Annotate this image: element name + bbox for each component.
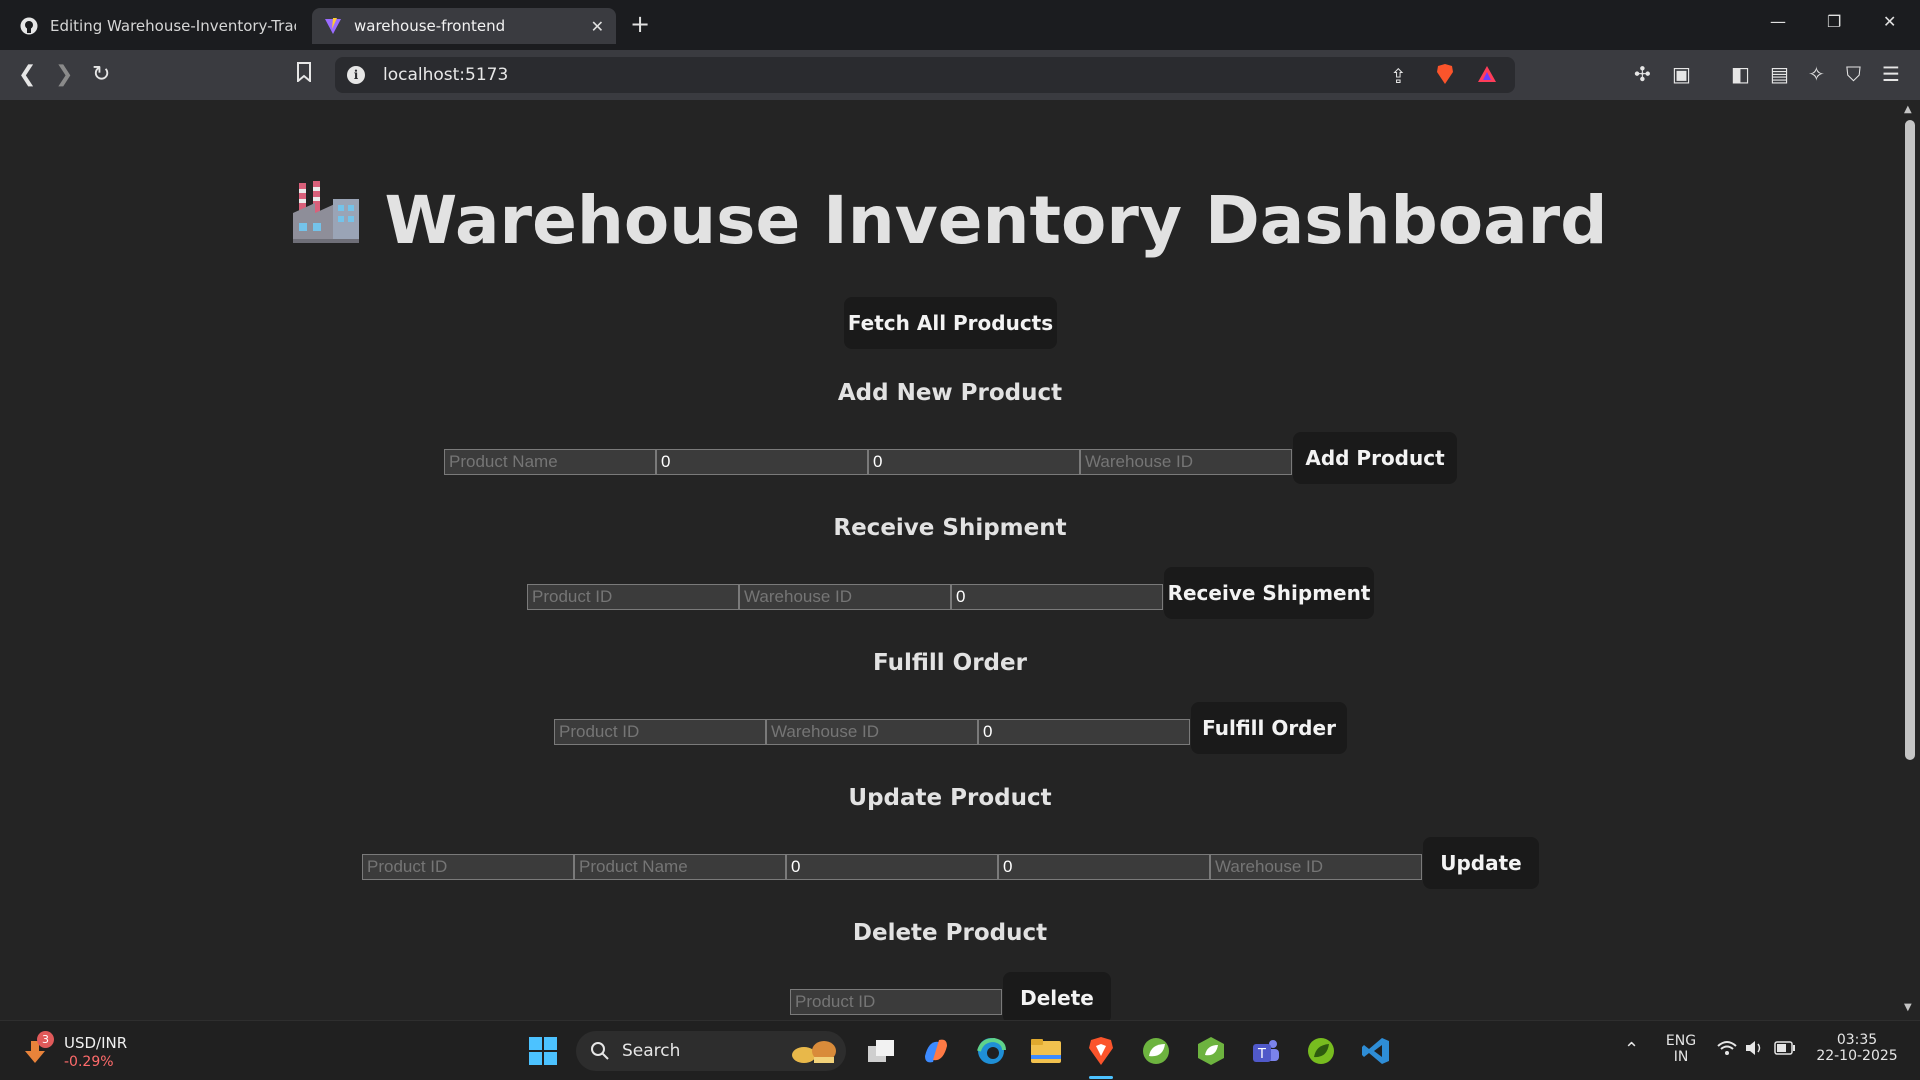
update-quantity-input[interactable] <box>786 854 998 880</box>
taskbar-search[interactable]: Search <box>576 1031 846 1071</box>
factory-icon <box>292 179 359 259</box>
update-product-heading: Update Product <box>848 785 1052 811</box>
delete-product-id-input[interactable] <box>790 989 1002 1015</box>
fulfill-quantity-input[interactable] <box>978 719 1190 745</box>
tab-warehouse-frontend[interactable]: warehouse-frontend ✕ <box>312 8 616 44</box>
browser-tab-bar: Editing Warehouse-Inventory-Tracker ware… <box>0 0 1920 50</box>
share-icon[interactable]: ⇪ <box>1390 64 1407 88</box>
sidebar-icon[interactable]: ◧ <box>1731 62 1750 86</box>
price-input[interactable] <box>868 449 1080 475</box>
new-tab-icon[interactable]: + <box>630 10 650 38</box>
receive-quantity-input[interactable] <box>951 584 1163 610</box>
language-indicator[interactable]: ENG IN <box>1663 1033 1699 1065</box>
scrollbar-thumb[interactable] <box>1905 120 1915 760</box>
wallet-icon[interactable]: ▤ <box>1770 62 1789 86</box>
brave-shields-icon[interactable] <box>1435 63 1455 90</box>
widget-title: USD/INR <box>64 1034 128 1052</box>
spring-boot-icon[interactable] <box>1194 1034 1228 1068</box>
currency-widget[interactable]: 3 USD/INR -0.29% <box>22 1031 142 1073</box>
lang-line1: ENG <box>1665 1033 1697 1049</box>
receive-shipment-button[interactable]: Receive Shipment <box>1164 567 1374 619</box>
add-product-button[interactable]: Add Product <box>1293 432 1457 484</box>
receive-warehouse-id-input[interactable] <box>739 584 951 610</box>
wifi-icon[interactable] <box>1717 1040 1737 1061</box>
github-icon <box>20 17 38 35</box>
fulfill-warehouse-id-input[interactable] <box>766 719 978 745</box>
update-product-name-input[interactable] <box>574 854 786 880</box>
fulfill-product-id-input[interactable] <box>554 719 766 745</box>
task-view-icon[interactable] <box>864 1034 898 1068</box>
clock-date: 22-10-2025 <box>1816 1048 1898 1064</box>
page-title: Warehouse Inventory Dashboard <box>384 182 1608 259</box>
scroll-up-icon[interactable]: ▲ <box>1904 104 1912 115</box>
page-title-row: Warehouse Inventory Dashboard <box>0 179 1900 265</box>
active-app-indicator <box>1089 1076 1113 1079</box>
address-bar[interactable]: i localhost:5173 ⇪ <box>335 57 1515 93</box>
spring-app-icon[interactable] <box>1304 1034 1338 1068</box>
warehouse-id-input[interactable] <box>1080 449 1292 475</box>
reader-mode-icon[interactable]: ▣ <box>1672 62 1691 86</box>
widget-change: -0.29% <box>64 1054 114 1070</box>
edge-icon[interactable] <box>974 1034 1008 1068</box>
scroll-down-icon[interactable]: ▼ <box>1904 1002 1912 1013</box>
receive-shipment-heading: Receive Shipment <box>833 515 1067 541</box>
vpn-icon[interactable]: ⛉ <box>1846 62 1861 86</box>
bookmark-icon[interactable] <box>296 62 312 88</box>
taskbar: 3 USD/INR -0.29% Search T ⌃ ENG IN 03:35… <box>0 1020 1920 1080</box>
add-product-heading: Add New Product <box>837 380 1063 406</box>
product-name-input[interactable] <box>444 449 656 475</box>
file-explorer-icon[interactable] <box>1029 1034 1063 1068</box>
fulfill-order-heading: Fulfill Order <box>873 650 1027 676</box>
lang-line2: IN <box>1673 1049 1689 1065</box>
delete-button[interactable]: Delete <box>1003 972 1111 1020</box>
spring-tools-icon[interactable] <box>1139 1034 1173 1068</box>
quantity-input[interactable] <box>656 449 868 475</box>
svg-text:T: T <box>1257 1047 1266 1062</box>
extensions-icon[interactable]: ✣ <box>1634 62 1651 86</box>
notification-badge: 3 <box>37 1031 54 1048</box>
page-content: Warehouse Inventory Dashboard Fetch All … <box>0 100 1900 1020</box>
battery-icon[interactable] <box>1774 1041 1796 1059</box>
page-scrollbar[interactable]: ▲ ▼ <box>1900 100 1920 1020</box>
search-highlight-icon <box>792 1041 836 1063</box>
brave-rewards-icon[interactable] <box>1477 64 1497 89</box>
update-price-input[interactable] <box>998 854 1210 880</box>
update-button[interactable]: Update <box>1423 837 1539 889</box>
close-window-icon[interactable]: ✕ <box>1883 12 1896 31</box>
receive-product-id-input[interactable] <box>527 584 739 610</box>
menu-icon[interactable]: ☰ <box>1882 62 1900 86</box>
back-icon[interactable]: ❮ <box>18 62 36 87</box>
windows-start-icon[interactable] <box>526 1034 560 1068</box>
close-tab-icon[interactable]: ✕ <box>591 17 604 36</box>
reload-icon[interactable]: ↻ <box>92 62 110 87</box>
vscode-icon[interactable] <box>1359 1034 1393 1068</box>
teams-icon[interactable]: T <box>1249 1034 1283 1068</box>
browser-toolbar: ❮ ❯ ↻ i localhost:5173 ⇪ ✣ ▣ ◧ ▤ ✧ ⛉ ☰ <box>0 50 1920 100</box>
search-icon <box>591 1042 609 1060</box>
tab-title: Editing Warehouse-Inventory-Tracker <box>50 17 296 35</box>
vite-icon <box>324 17 342 35</box>
tab-title: warehouse-frontend <box>354 17 506 35</box>
fulfill-order-button[interactable]: Fulfill Order <box>1191 702 1347 754</box>
leo-ai-icon[interactable]: ✧ <box>1808 62 1825 86</box>
search-label: Search <box>622 1041 681 1061</box>
site-info-icon[interactable]: i <box>347 66 365 84</box>
brave-browser-icon[interactable] <box>1084 1034 1118 1068</box>
copilot-icon[interactable] <box>919 1034 953 1068</box>
clock[interactable]: 03:35 22-10-2025 <box>1812 1032 1902 1064</box>
volume-icon[interactable] <box>1745 1040 1765 1060</box>
tab-github[interactable]: Editing Warehouse-Inventory-Tracker <box>8 8 308 44</box>
delete-product-heading: Delete Product <box>852 920 1048 946</box>
forward-icon[interactable]: ❯ <box>55 62 73 87</box>
clock-time: 03:35 <box>1836 1032 1878 1048</box>
fetch-all-products-button[interactable]: Fetch All Products <box>844 297 1057 349</box>
restore-icon[interactable]: ❐ <box>1827 12 1841 31</box>
update-product-id-input[interactable] <box>362 854 574 880</box>
minimize-icon[interactable]: — <box>1770 12 1786 31</box>
url-text: localhost:5173 <box>383 65 509 85</box>
update-warehouse-id-input[interactable] <box>1210 854 1422 880</box>
show-hidden-icons-icon[interactable]: ⌃ <box>1624 1039 1639 1060</box>
